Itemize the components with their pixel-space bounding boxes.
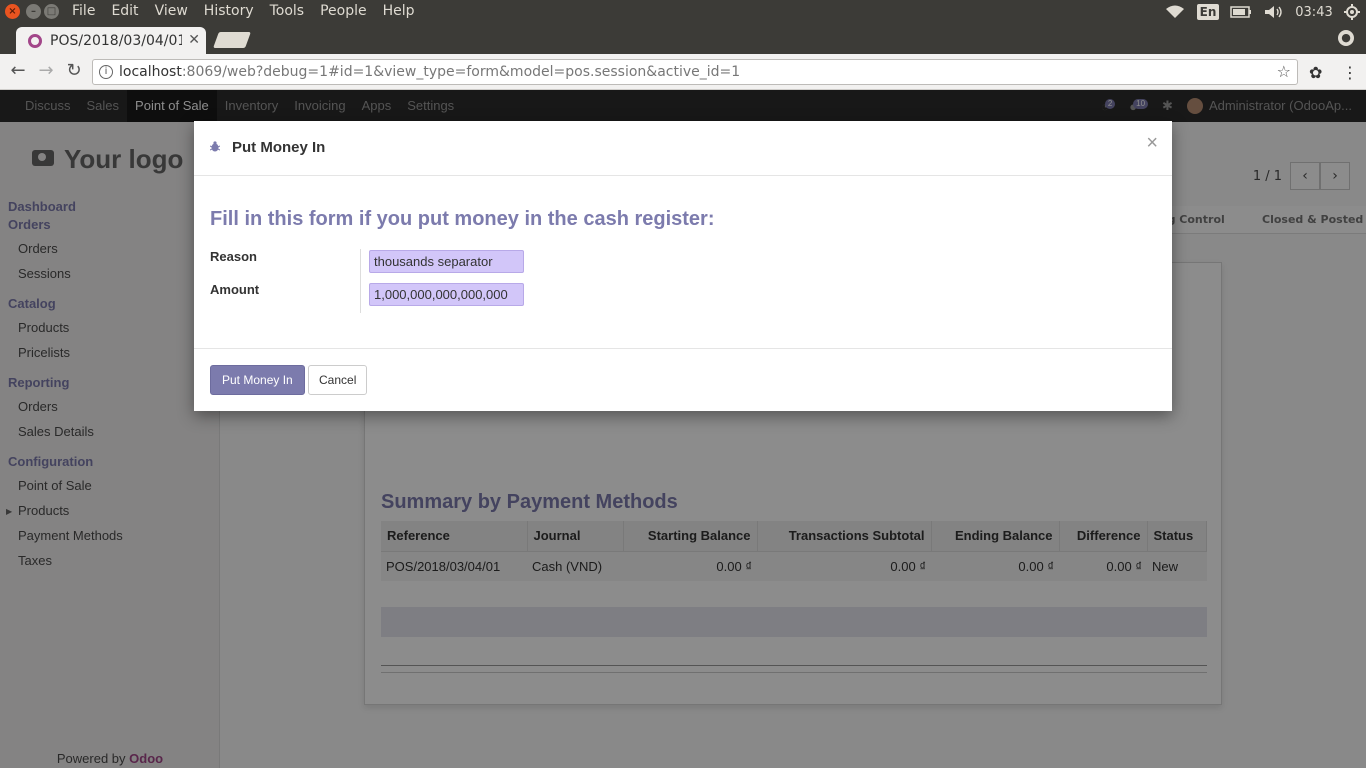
modal-heading: Fill in this form if you put money in th… (210, 208, 715, 230)
reason-field[interactable]: thousands separator (369, 250, 524, 273)
menu-help[interactable]: Help (383, 3, 422, 19)
amount-label: Amount (210, 282, 260, 297)
browser-menu-icon[interactable]: ⋮ (1342, 63, 1358, 82)
profile-icon[interactable]: ● (1338, 30, 1354, 46)
new-tab-button[interactable] (213, 32, 251, 48)
browser-toolbar: ← → ↻ i localhost:8069/web?debug=1#id=1&… (0, 54, 1366, 90)
bookmark-star-icon[interactable]: ☆ (1277, 60, 1291, 84)
odoo-favicon-icon (28, 33, 42, 48)
tab-title: POS/2018/03/04/01 (50, 32, 182, 49)
back-arrow-icon[interactable]: ← (8, 62, 28, 80)
menu-view[interactable]: View (155, 3, 195, 19)
modal-footer: Put Money In Cancel (194, 348, 1172, 411)
amount-field[interactable]: 1,000,000,000,000,000 (369, 283, 524, 306)
close-icon[interactable]: × (1146, 133, 1158, 153)
battery-icon[interactable] (1224, 0, 1258, 24)
address-bar[interactable]: i localhost:8069/web?debug=1#id=1&view_t… (92, 59, 1298, 85)
volume-icon[interactable] (1258, 0, 1290, 24)
menu-file[interactable]: File (72, 3, 102, 19)
settings-gear-icon[interactable] (1338, 0, 1366, 24)
put-money-in-button[interactable]: Put Money In (210, 365, 305, 395)
url-path: :8069/web?debug=1#id=1&view_type=form&mo… (181, 64, 741, 80)
os-top-bar: × – □ File Edit View History Tools Peopl… (0, 0, 1366, 24)
reason-label: Reason (210, 249, 257, 264)
wifi-icon[interactable] (1158, 0, 1192, 24)
put-money-in-dialog: Put Money In × Fill in this form if you … (194, 121, 1172, 411)
menu-history[interactable]: History (204, 3, 261, 19)
clock[interactable]: 03:43 (1290, 0, 1338, 24)
keyboard-layout-indicator[interactable]: En (1192, 0, 1224, 24)
browser-tab-bar: POS/2018/03/04/01 ✕ ● (0, 24, 1366, 54)
modal-title: Put Money In (232, 139, 326, 156)
site-info-icon[interactable]: i (99, 65, 113, 79)
window-minimize-button[interactable]: – (26, 4, 41, 19)
url-host: localhost (119, 64, 182, 80)
debug-bug-icon (210, 141, 220, 152)
modal-header: Put Money In × (194, 121, 1172, 176)
forward-arrow-icon[interactable]: → (36, 62, 56, 80)
menu-edit[interactable]: Edit (111, 3, 145, 19)
window-maximize-button[interactable]: □ (44, 4, 59, 19)
reload-icon[interactable]: ↻ (64, 62, 84, 80)
cancel-button[interactable]: Cancel (308, 365, 368, 395)
window-close-button[interactable]: × (5, 4, 20, 19)
app-menu-bar: File Edit View History Tools People Help (72, 3, 431, 19)
menu-people[interactable]: People (320, 3, 374, 19)
extension-icon[interactable]: ✿ (1309, 63, 1322, 82)
system-tray: En 03:43 (1158, 0, 1366, 24)
tab-close-icon[interactable]: ✕ (188, 32, 200, 48)
menu-tools[interactable]: Tools (270, 3, 312, 19)
browser-tab[interactable]: POS/2018/03/04/01 ✕ (16, 27, 206, 54)
field-divider (360, 249, 361, 313)
